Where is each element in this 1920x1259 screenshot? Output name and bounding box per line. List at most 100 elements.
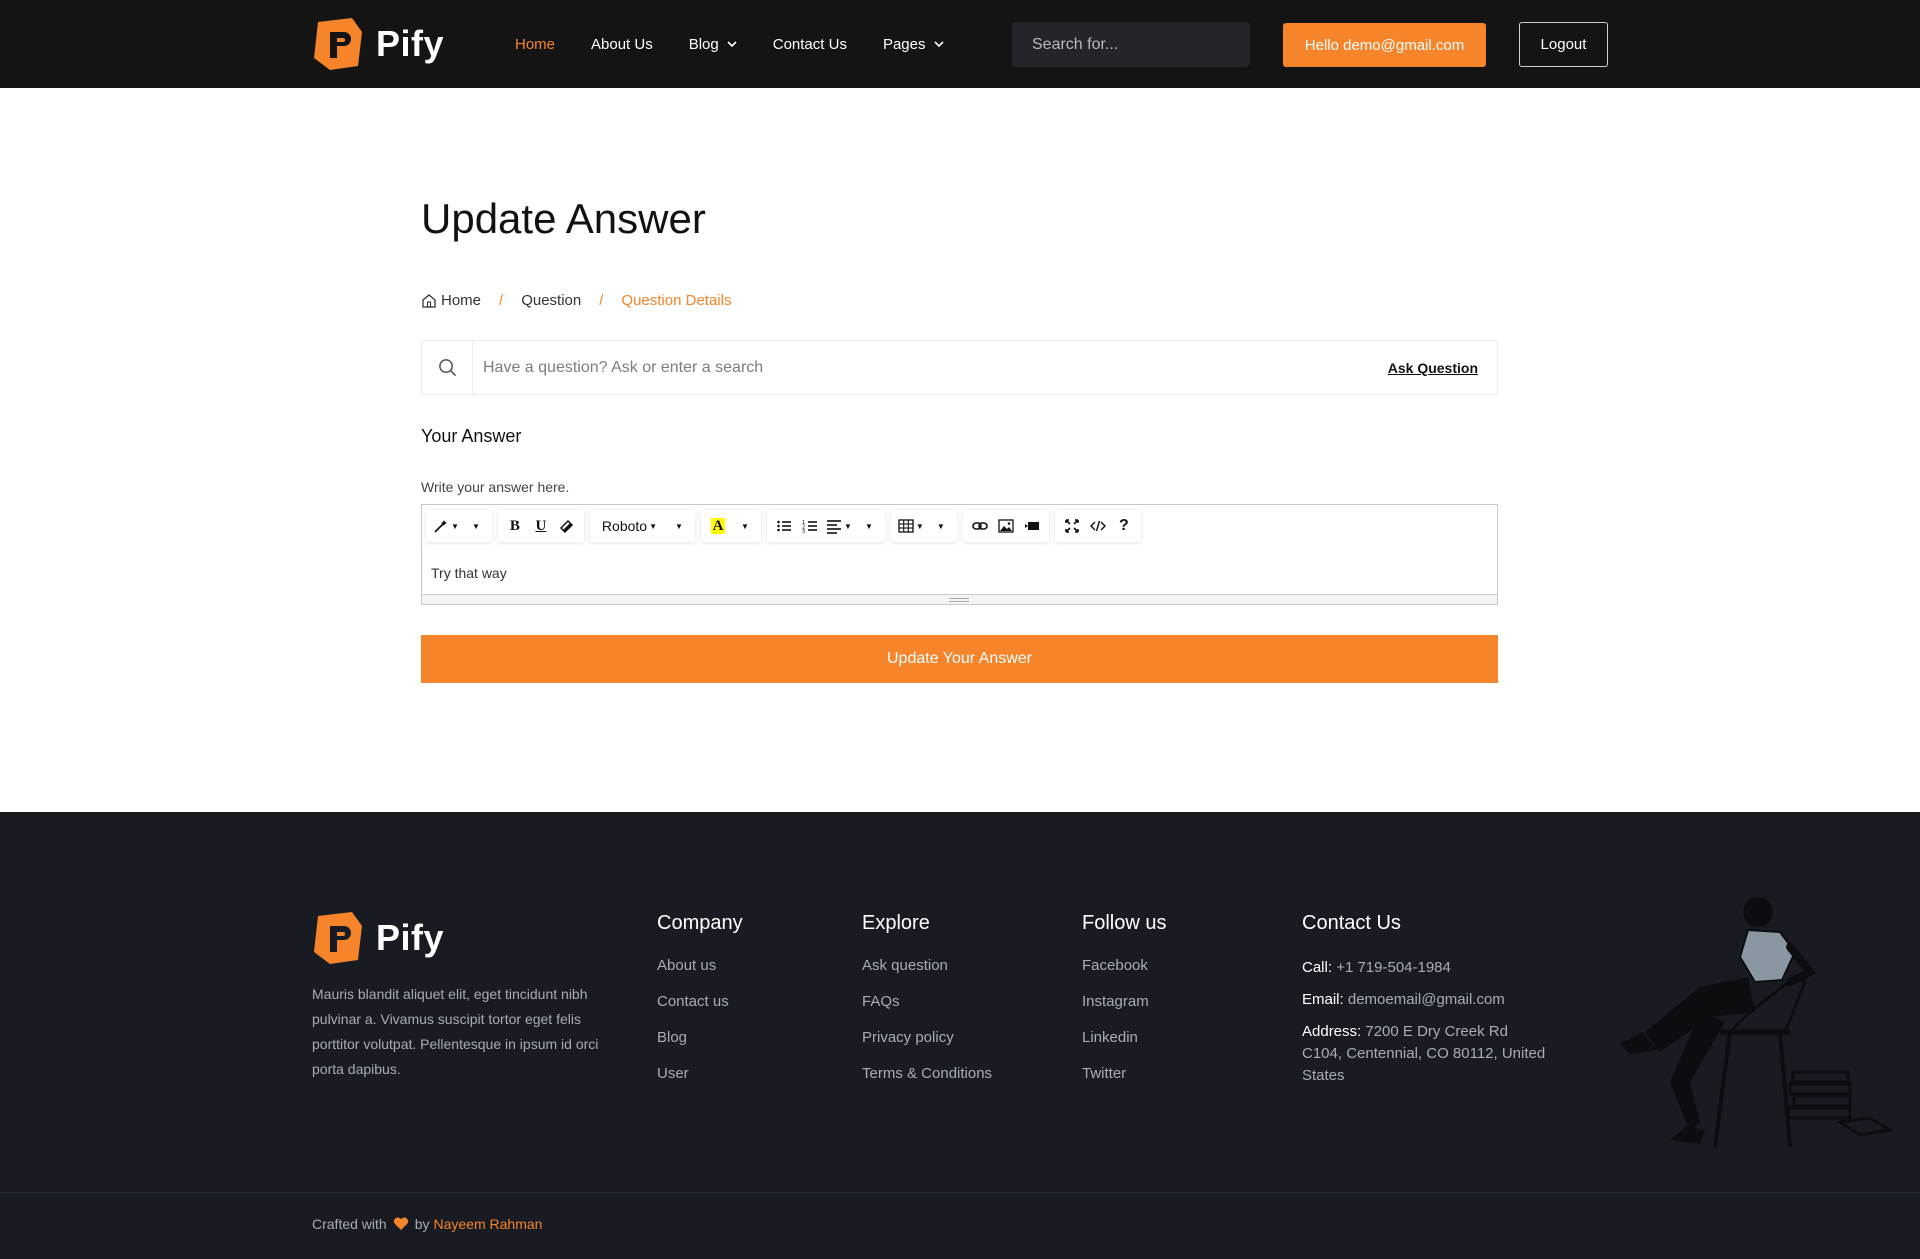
main-menu: Home About Us Blog Contact Us Pages <box>515 0 980 88</box>
footer-link-ask-question[interactable]: Ask question <box>862 957 992 974</box>
caret-icon: ▼ <box>936 521 945 531</box>
caret-icon: ▼ <box>741 521 749 531</box>
caret-icon: ▼ <box>471 521 480 531</box>
bullet-list-icon <box>777 520 791 532</box>
toolbar-group-table: ▼ ▼ <box>890 510 957 542</box>
bold-button[interactable]: B <box>502 512 528 540</box>
address-label: Address: <box>1302 1023 1362 1040</box>
caret-icon: ▼ <box>844 521 852 531</box>
nav-about-label: About Us <box>591 35 653 53</box>
link-icon <box>972 522 988 530</box>
update-answer-button[interactable]: Update Your Answer <box>421 635 1498 683</box>
align-left-icon <box>827 520 841 534</box>
ask-question-link[interactable]: Ask Question <box>1388 360 1478 376</box>
code-icon <box>1089 520 1106 532</box>
footer-link-blog[interactable]: Blog <box>657 1029 743 1046</box>
link-button[interactable] <box>967 512 993 540</box>
footer-credit: Crafted with by Nayeem Rahman <box>312 1216 542 1232</box>
video-button[interactable] <box>1019 512 1045 540</box>
footer-link-about[interactable]: About us <box>657 957 743 974</box>
footer-link-twitter[interactable]: Twitter <box>1082 1065 1166 1082</box>
resize-grip-icon <box>949 598 969 602</box>
footer-logo[interactable]: Pify <box>312 912 444 964</box>
editor-content[interactable]: Try that way <box>431 565 507 581</box>
brand-logo-icon <box>314 912 362 964</box>
footer-link-facebook[interactable]: Facebook <box>1082 957 1166 974</box>
fullscreen-button[interactable] <box>1059 512 1085 540</box>
answer-hint: Write your answer here. <box>421 479 570 495</box>
toolbar-group-insert <box>962 510 1049 542</box>
footer-link-user[interactable]: User <box>657 1065 743 1082</box>
font-color-icon: A <box>710 518 726 534</box>
underline-button[interactable]: U <box>528 512 554 540</box>
table-button[interactable]: ▼ <box>895 512 927 540</box>
user-greeting-button[interactable]: Hello demo@gmail.com <box>1283 23 1486 67</box>
toolbar-group-para: 123 ▼ ▼ <box>767 510 885 542</box>
font-color-caret[interactable]: ▼ <box>731 512 757 540</box>
table-icon <box>898 519 914 533</box>
brand-logo-icon <box>314 18 362 70</box>
question-search-bar: Ask Question <box>421 340 1498 395</box>
footer-link-privacy[interactable]: Privacy policy <box>862 1029 992 1046</box>
editor-resize-handle[interactable] <box>422 594 1497 604</box>
footer-link-instagram[interactable]: Instagram <box>1082 993 1166 1010</box>
image-button[interactable] <box>993 512 1019 540</box>
eraser-button[interactable] <box>554 512 580 540</box>
nav-contact-label: Contact Us <box>772 35 847 53</box>
ordered-list-button[interactable]: 123 <box>797 512 823 540</box>
nav-search-input[interactable] <box>1032 35 1239 54</box>
email-label: Email: <box>1302 991 1344 1008</box>
toolbar-group-format: B U <box>497 510 584 542</box>
nav-contact[interactable]: Contact Us <box>773 36 847 53</box>
footer-link-linkedin[interactable]: Linkedin <box>1082 1029 1166 1046</box>
table-options-caret[interactable]: ▼ <box>927 512 953 540</box>
footer-contact-email: Email: demoemail@gmail.com <box>1302 989 1552 1011</box>
brand-logo[interactable]: Pify <box>312 18 444 70</box>
nav-about[interactable]: About Us <box>591 36 653 53</box>
font-color-button[interactable]: A <box>705 512 731 540</box>
email-value[interactable]: demoemail@gmail.com <box>1348 991 1505 1008</box>
answer-editor: ▼ ▼ B U Roboto ▼ ▼ A ▼ 1 2 3 ▼ ▼ ▼ ▼ ? T… <box>421 504 1498 605</box>
breadcrumb-current: Question Details <box>621 292 732 309</box>
top-navbar: Pify Home About Us Blog Contact Us Pages… <box>0 0 1920 88</box>
fullscreen-icon <box>1065 519 1079 533</box>
line-height-caret[interactable]: ▼ <box>855 512 881 540</box>
svg-text:3: 3 <box>802 529 805 534</box>
credit-prefix: Crafted with <box>312 1216 387 1232</box>
credit-author-link[interactable]: Nayeem Rahman <box>434 1216 543 1232</box>
nav-home-label: Home <box>515 35 556 53</box>
nav-pages[interactable]: Pages <box>883 36 944 53</box>
nav-home[interactable]: Home <box>515 36 555 53</box>
image-icon <box>998 519 1014 533</box>
paragraph-align-button[interactable]: ▼ <box>823 512 855 540</box>
nav-blog-label: Blog <box>688 35 719 53</box>
question-search-icon-wrap <box>422 341 473 394</box>
font-family-select[interactable]: Roboto ▼ <box>594 512 665 540</box>
site-footer: Pify Mauris blandit aliquet elit, eget t… <box>0 812 1920 1259</box>
toolbar-group-color: A ▼ <box>701 510 761 542</box>
page-title: Update Answer <box>421 195 706 242</box>
nav-pages-label: Pages <box>882 35 926 53</box>
unordered-list-button[interactable] <box>771 512 797 540</box>
magic-wand-button[interactable]: ▼ <box>430 512 462 540</box>
brand-name: Pify <box>376 917 445 958</box>
style-dropdown-caret[interactable]: ▼ <box>462 512 488 540</box>
footer-link-contact[interactable]: Contact us <box>657 993 743 1010</box>
editor-toolbar: ▼ ▼ B U Roboto ▼ ▼ A ▼ 1 2 3 ▼ ▼ ▼ ▼ ? <box>426 509 1147 543</box>
breadcrumb-home[interactable]: Home <box>441 292 481 309</box>
footer-link-faqs[interactable]: FAQs <box>862 993 992 1010</box>
breadcrumb-question[interactable]: Question <box>521 292 581 309</box>
footer-link-terms[interactable]: Terms & Conditions <box>862 1065 992 1082</box>
code-view-button[interactable] <box>1085 512 1111 540</box>
question-search-input[interactable] <box>473 341 1388 394</box>
logout-button[interactable]: Logout <box>1519 22 1608 67</box>
caret-icon: ▼ <box>915 521 924 531</box>
caret-icon: ▼ <box>864 521 873 531</box>
heart-icon <box>393 1217 408 1230</box>
font-size-caret[interactable]: ▼ <box>665 512 691 540</box>
call-value[interactable]: +1 719-504-1984 <box>1336 959 1451 976</box>
footer-about-text: Mauris blandit aliquet elit, eget tincid… <box>312 986 599 1077</box>
help-button[interactable]: ? <box>1111 512 1137 540</box>
nav-blog[interactable]: Blog <box>689 36 737 53</box>
footer-company-title: Company <box>657 912 743 934</box>
